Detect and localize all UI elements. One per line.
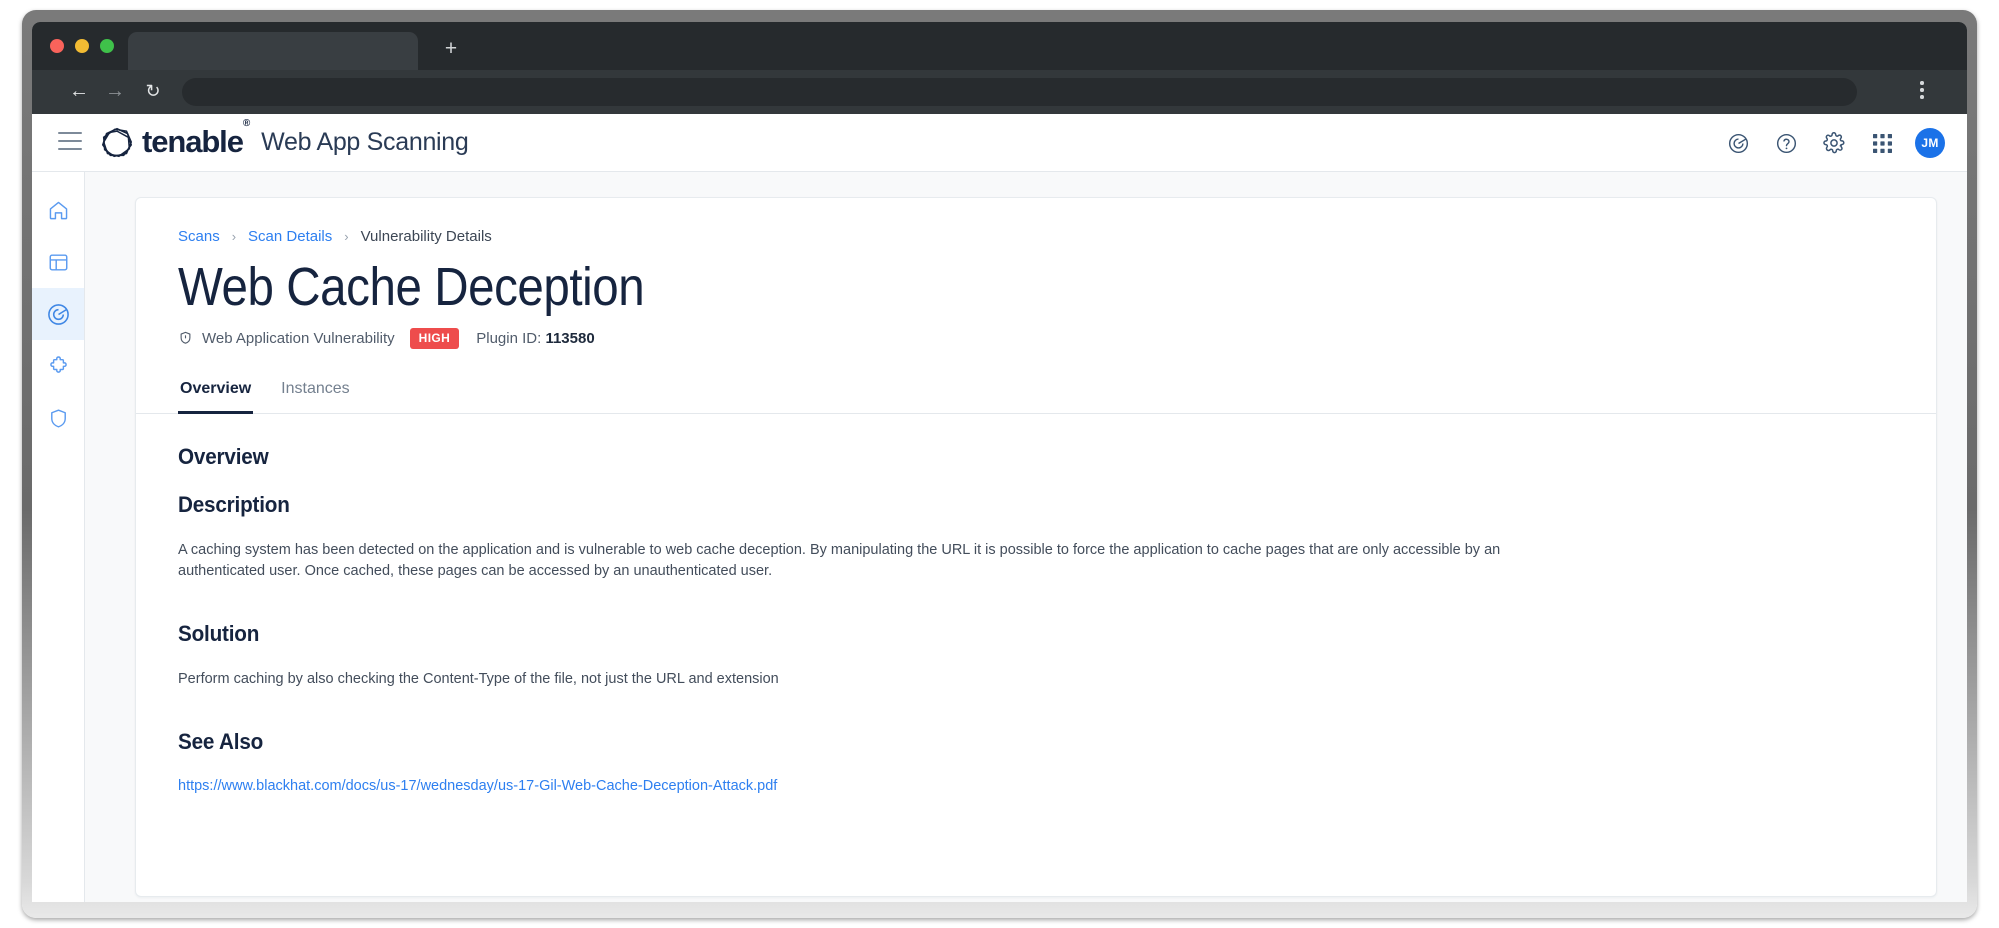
vulnerability-type-label: Web Application Vulnerability (202, 329, 395, 347)
header-actions: JM (1723, 114, 1945, 172)
back-icon[interactable]: ← (67, 80, 91, 104)
chevron-right-icon: › (344, 229, 349, 244)
card-header: Scans › Scan Details › Vulnerability Det… (136, 198, 1936, 414)
product-name: Web App Scanning (261, 127, 469, 156)
app-body: Scans › Scan Details › Vulnerability Det… (32, 172, 1967, 902)
breadcrumb-scans[interactable]: Scans (178, 228, 220, 245)
desktop-background: + ← → ↻ tenable® Web App Scanning JM Sca… (0, 0, 1999, 928)
solution-heading: Solution (178, 621, 260, 647)
brand-wordmark: tenable® (142, 117, 250, 159)
forward-icon[interactable]: → (103, 80, 127, 104)
sidebar-item-home[interactable] (32, 184, 84, 236)
apps-grid-icon[interactable] (1867, 128, 1897, 158)
browser-toolbar: ← → ↻ (32, 70, 1967, 114)
hamburger-icon[interactable] (58, 132, 82, 152)
description-text: A caching system has been detected on th… (178, 541, 1501, 580)
description-heading: Description (178, 491, 290, 517)
page-title: Web Cache Deception (178, 257, 645, 317)
window-controls (50, 39, 114, 53)
chevron-right-icon: › (231, 229, 237, 244)
vulnerability-meta: Web Application Vulnerability HIGH Plugi… (178, 327, 1894, 349)
close-window-button[interactable] (50, 39, 64, 53)
tab-overview[interactable]: Overview (178, 374, 254, 414)
address-bar[interactable] (182, 78, 1857, 106)
breadcrumb-scan-details[interactable]: Scan Details (248, 228, 332, 245)
solution-text: Perform caching by also checking the Con… (178, 671, 779, 688)
avatar[interactable]: JM (1915, 128, 1945, 158)
tenable-logo-icon (101, 127, 133, 158)
overview-heading: Overview (178, 443, 269, 469)
plugin-id-label: Plugin ID: (476, 329, 542, 347)
plugin-id: Plugin ID: 113580 (476, 330, 594, 347)
reload-icon[interactable]: ↻ (141, 80, 165, 104)
brand-logo[interactable]: tenable® Web App Scanning (98, 117, 469, 162)
sidebar-item-security[interactable] (32, 392, 84, 444)
breadcrumb-current: Vulnerability Details (360, 228, 492, 245)
trademark-symbol: ® (242, 117, 250, 129)
new-tab-button[interactable]: + (437, 36, 465, 64)
browser-tab[interactable] (128, 32, 418, 70)
breadcrumb: Scans › Scan Details › Vulnerability Det… (178, 228, 1894, 245)
see-also-heading: See Also (178, 728, 264, 754)
gear-icon[interactable] (1819, 128, 1849, 158)
status-badge: HIGH (409, 327, 460, 349)
tab-bar: Overview Instances (136, 373, 1936, 414)
maximize-window-button[interactable] (100, 39, 114, 53)
sidebar-item-findings[interactable] (32, 340, 84, 392)
device-frame: + ← → ↻ tenable® Web App Scanning JM Sca… (22, 10, 1977, 918)
sidebar-item-scans[interactable] (32, 288, 84, 340)
help-icon[interactable] (1771, 128, 1801, 158)
see-also-link[interactable]: https://www.blackhat.com/docs/us-17/wedn… (178, 778, 777, 794)
shield-icon (178, 330, 193, 346)
sidebar-item-dashboards[interactable] (32, 236, 84, 288)
sidebar (32, 172, 85, 902)
tab-instances[interactable]: Instances (279, 374, 351, 414)
card-body: Overview Description A caching system ha… (136, 414, 1936, 835)
vulnerability-details-card: Scans › Scan Details › Vulnerability Det… (135, 197, 1937, 897)
scan-radar-icon[interactable] (1723, 128, 1753, 158)
app-header: tenable® Web App Scanning JM (32, 114, 1967, 172)
kebab-menu-icon[interactable] (1912, 81, 1932, 103)
browser-tab-strip: + (32, 22, 1967, 70)
plugin-id-value: 113580 (545, 329, 595, 347)
content-area: Scans › Scan Details › Vulnerability Det… (85, 172, 1967, 902)
browser-window: + ← → ↻ tenable® Web App Scanning JM Sca… (32, 22, 1967, 902)
minimize-window-button[interactable] (75, 39, 89, 53)
